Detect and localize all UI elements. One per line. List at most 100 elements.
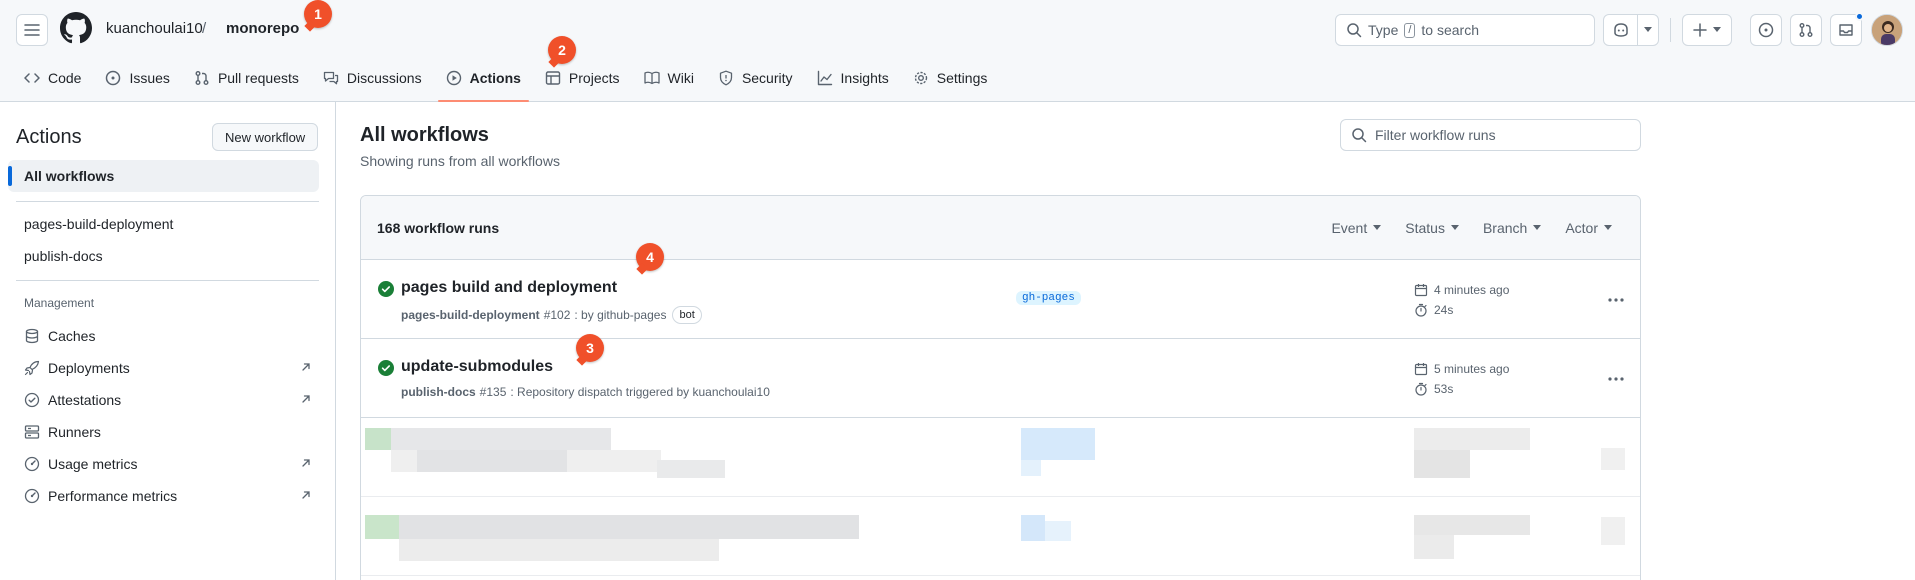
bot-badge: bot xyxy=(672,306,702,324)
menu-button[interactable] xyxy=(16,14,48,46)
filter-actor[interactable]: Actor xyxy=(1565,220,1612,236)
notifications-button[interactable] xyxy=(1830,12,1864,46)
tab-label: Actions xyxy=(469,70,521,86)
sidebar-item-deployments[interactable]: Deployments xyxy=(24,356,312,380)
tab-label: Pull requests xyxy=(217,70,299,86)
table-icon xyxy=(545,71,561,85)
create-new-button[interactable] xyxy=(1682,14,1732,46)
tab-discussions[interactable]: Discussions xyxy=(315,64,430,92)
sidebar-item-usage-metrics[interactable]: Usage metrics xyxy=(24,452,312,476)
your-pull-requests-button[interactable] xyxy=(1790,14,1822,46)
run-trigger: : Repository dispatch triggered by kuanc… xyxy=(510,385,770,399)
tab-pull-requests[interactable]: Pull requests xyxy=(186,64,307,92)
sidebar-item-all-workflows[interactable]: All workflows xyxy=(8,160,319,192)
run-duration: 24s xyxy=(1414,303,1453,317)
run-number: #135 xyxy=(479,385,507,399)
workflow-runs-list: 168 workflow runs Event Status Branch Ac… xyxy=(360,195,1641,580)
sidebar-divider xyxy=(16,280,319,281)
tab-code[interactable]: Code xyxy=(16,64,89,92)
tab-actions[interactable]: Actions xyxy=(437,64,530,102)
user-avatar[interactable] xyxy=(1871,14,1903,46)
tab-label: Code xyxy=(48,70,82,86)
issue-opened-icon xyxy=(106,70,121,86)
run-timestamp: 4 minutes ago xyxy=(1414,283,1509,297)
server-icon xyxy=(24,425,40,439)
sidebar-item-runners[interactable]: Runners xyxy=(24,420,312,444)
breadcrumb-repo[interactable]: monorepo xyxy=(226,20,299,37)
tab-label: Wiki xyxy=(667,70,694,86)
workflow-run-row[interactable]: pages build and deployment pages-build-d… xyxy=(361,260,1640,339)
run-actions-menu[interactable] xyxy=(1601,288,1631,312)
tab-issues[interactable]: Issues xyxy=(97,64,177,92)
copilot-button[interactable] xyxy=(1603,14,1659,46)
tab-label: Security xyxy=(741,70,793,86)
tab-label: Projects xyxy=(568,70,620,86)
breadcrumb-owner[interactable]: kuanchoulai10 xyxy=(106,20,203,37)
filter-status[interactable]: Status xyxy=(1405,220,1459,236)
tab-wiki[interactable]: Wiki xyxy=(636,64,702,92)
code-icon xyxy=(24,73,40,83)
runs-count: 168 workflow runs xyxy=(377,220,500,236)
sidebar-divider xyxy=(16,201,319,202)
issue-opened-icon xyxy=(1758,22,1774,38)
workflow-run-row[interactable]: update-submodules publish-docs #135: Rep… xyxy=(361,339,1640,418)
sidebar-item-label: Caches xyxy=(48,328,96,344)
calendar-icon xyxy=(1414,284,1428,297)
new-workflow-button[interactable]: New workflow xyxy=(212,123,319,151)
sidebar-item-label: Runners xyxy=(48,424,101,440)
tab-security[interactable]: Security xyxy=(710,64,801,92)
filter-branch[interactable]: Branch xyxy=(1483,220,1542,236)
sidebar-item-caches[interactable]: Caches xyxy=(24,324,312,348)
run-time-ago: 5 minutes ago xyxy=(1434,362,1510,376)
tab-projects[interactable]: Projects xyxy=(537,64,628,92)
run-title-link[interactable]: update-submodules xyxy=(401,358,553,376)
sidebar-item-label: Performance metrics xyxy=(48,488,178,504)
run-actions-menu[interactable] xyxy=(1601,367,1631,391)
git-pull-request-icon xyxy=(1799,23,1813,37)
your-issues-button[interactable] xyxy=(1750,14,1782,46)
breadcrumb-separator: / xyxy=(202,20,207,37)
verified-icon xyxy=(24,392,40,408)
run-duration-value: 53s xyxy=(1434,382,1454,396)
play-icon xyxy=(446,70,461,86)
graph-icon xyxy=(817,70,832,86)
caret-down-icon xyxy=(1604,225,1612,230)
link-external-icon xyxy=(302,491,310,499)
github-logo[interactable] xyxy=(60,12,92,44)
run-number: #102 xyxy=(543,308,571,322)
copilot-main[interactable] xyxy=(1604,15,1638,45)
run-duration-value: 24s xyxy=(1434,303,1454,317)
calendar-icon xyxy=(1414,363,1428,376)
filter-input[interactable] xyxy=(1375,127,1635,143)
run-title-link[interactable]: pages build and deployment xyxy=(401,279,617,297)
sidebar-item-performance-metrics[interactable]: Performance metrics xyxy=(24,484,312,508)
git-pull-request-icon xyxy=(195,71,209,85)
repo-nav-tabs: Code Issues Pull requests Discussions Ac… xyxy=(16,64,1003,102)
runs-filters: Event Status Branch Actor xyxy=(1331,220,1612,236)
tab-label: Discussions xyxy=(346,70,422,86)
copilot-icon xyxy=(1613,23,1628,37)
filter-label: Status xyxy=(1405,220,1445,236)
sidebar-item-label: Usage metrics xyxy=(48,456,138,472)
tab-label: Issues xyxy=(129,70,170,86)
sidebar-item-label: Attestations xyxy=(48,392,122,408)
meter-icon xyxy=(24,456,40,472)
gear-icon xyxy=(914,71,927,85)
filter-workflow-runs[interactable] xyxy=(1340,119,1641,151)
tab-label: Insights xyxy=(840,70,889,86)
database-icon xyxy=(25,328,39,344)
copilot-dropdown[interactable] xyxy=(1638,27,1658,33)
sidebar-workflow-publish-docs[interactable]: publish-docs xyxy=(24,248,103,264)
filter-event[interactable]: Event xyxy=(1331,220,1382,236)
branch-label[interactable]: gh-pages xyxy=(1016,291,1081,305)
sidebar-workflow-pages-build-deployment[interactable]: pages-build-deployment xyxy=(24,216,173,232)
tab-settings[interactable]: Settings xyxy=(905,64,996,92)
tab-insights[interactable]: Insights xyxy=(809,64,897,92)
run-meta: publish-docs #135: Repository dispatch t… xyxy=(401,385,770,399)
sidebar-item-attestations[interactable]: Attestations xyxy=(24,388,312,412)
run-trigger: : by github-pages xyxy=(574,308,667,322)
runs-list-header: 168 workflow runs Event Status Branch Ac… xyxy=(361,196,1640,260)
run-meta: pages-build-deployment #102: by github-p… xyxy=(401,306,702,324)
run-timestamp: 5 minutes ago xyxy=(1414,362,1509,376)
search-input[interactable]: Type / to search xyxy=(1335,14,1595,46)
